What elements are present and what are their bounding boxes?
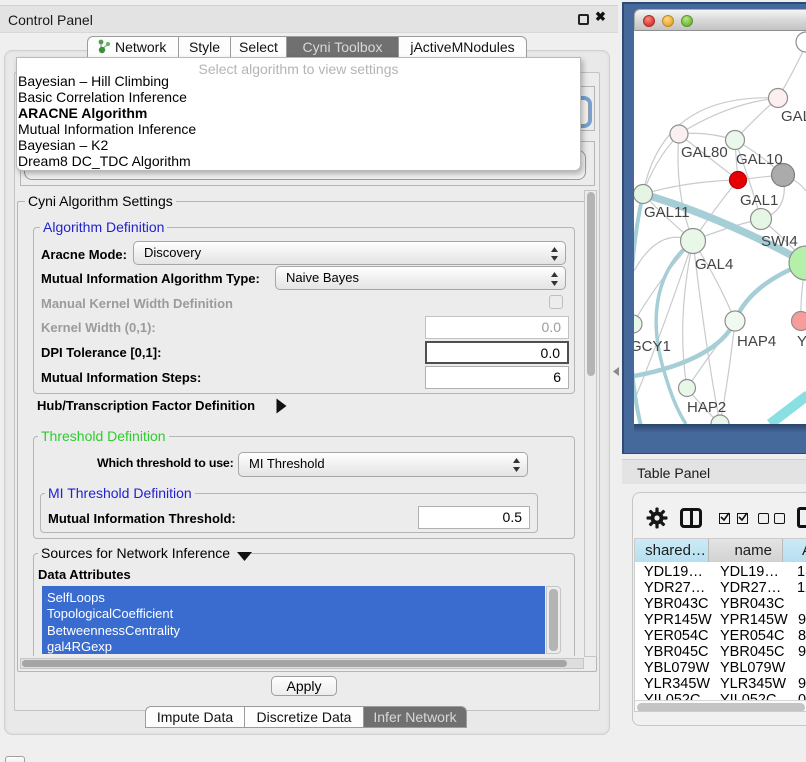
svg-text:GAL10: GAL10 <box>736 151 783 168</box>
svg-text:GAL1: GAL1 <box>740 192 778 209</box>
svg-text:GAL4: GAL4 <box>695 256 733 273</box>
svg-text:GAL11: GAL11 <box>644 204 690 221</box>
svg-text:GAL80: GAL80 <box>681 144 728 161</box>
svg-text:HAP4: HAP4 <box>737 333 776 350</box>
svg-text:SWI4: SWI4 <box>761 233 798 250</box>
svg-text:YE: YE <box>797 333 806 350</box>
svg-text:GAL7: GAL7 <box>781 108 806 125</box>
svg-text:HAP2: HAP2 <box>687 399 726 416</box>
svg-text:GCY1: GCY1 <box>634 338 671 355</box>
